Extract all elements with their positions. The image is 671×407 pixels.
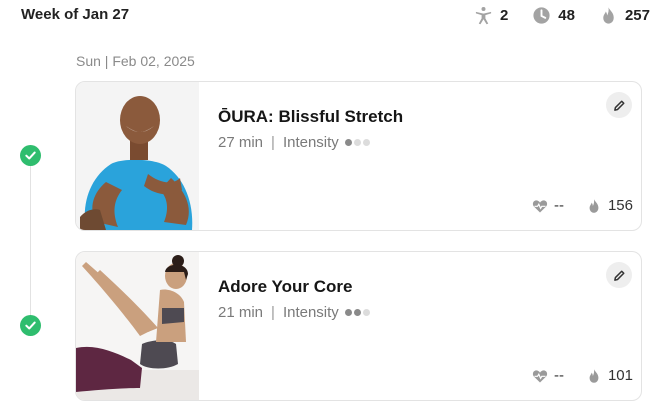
workout-intensity-label: Intensity	[282, 304, 339, 321]
stat-minutes: 48	[532, 6, 575, 25]
heart-rate-icon	[532, 369, 548, 382]
edit-workout-button[interactable]	[606, 262, 632, 288]
workout-meta: 27 min | Intensity	[218, 134, 372, 151]
workout-thumbnail	[76, 82, 199, 230]
intensity-dot	[362, 139, 370, 146]
workout-stats: -- 156	[510, 197, 633, 214]
heart-rate-value: --	[553, 197, 564, 214]
calories-stat: 156	[586, 197, 633, 214]
workout-duration: 21 min	[218, 304, 264, 321]
check-circle-icon	[20, 145, 41, 166]
workout-stats: -- 101	[510, 367, 633, 384]
intensity-dot	[344, 309, 352, 316]
flame-icon	[589, 368, 599, 383]
edit-workout-button[interactable]	[606, 92, 632, 118]
workout-card[interactable]: Adore Your Core 21 min | Intensity -- 10…	[75, 251, 642, 401]
pencil-icon	[613, 269, 625, 281]
stat-minutes-value: 48	[558, 7, 575, 24]
intensity-dot	[353, 139, 361, 146]
stat-calories-value: 257	[624, 7, 650, 24]
calories-stat: 101	[586, 367, 633, 384]
intensity-dots	[344, 309, 372, 316]
flame-icon	[589, 198, 599, 213]
meta-separator: |	[271, 304, 275, 321]
person-stretch-icon	[475, 7, 492, 25]
meta-separator: |	[271, 134, 275, 151]
intensity-dot	[344, 139, 352, 146]
workout-card[interactable]: ŌURA: Blissful Stretch 27 min | Intensit…	[75, 81, 642, 231]
pencil-icon	[613, 99, 625, 111]
week-stats: 2 48 257	[450, 6, 650, 25]
check-circle-icon	[20, 315, 41, 336]
flame-icon	[603, 7, 614, 24]
stat-workouts: 2	[474, 6, 508, 25]
calories-value: 101	[607, 367, 633, 384]
day-date-label: Sun | Feb 02, 2025	[76, 53, 195, 69]
workout-thumbnail	[76, 252, 199, 400]
heart-rate-value: --	[553, 367, 564, 384]
intensity-dot	[362, 309, 370, 316]
clock-icon	[533, 7, 550, 24]
workout-meta: 21 min | Intensity	[218, 304, 372, 321]
calories-value: 156	[607, 197, 633, 214]
workout-duration: 27 min	[218, 134, 264, 151]
workout-intensity-label: Intensity	[282, 134, 339, 151]
week-title: Week of Jan 27	[21, 6, 130, 23]
heart-rate-stat: --	[532, 367, 564, 384]
stat-calories: 257	[599, 6, 650, 25]
intensity-dot	[353, 309, 361, 316]
workout-title[interactable]: ŌURA: Blissful Stretch	[218, 107, 403, 127]
week-header: Week of Jan 27 2 48 257	[0, 0, 671, 34]
heart-rate-stat: --	[532, 197, 564, 214]
stat-workouts-value: 2	[499, 7, 509, 24]
heart-rate-icon	[532, 199, 548, 212]
intensity-dots	[344, 139, 372, 146]
timeline-connector	[30, 150, 31, 328]
workout-title[interactable]: Adore Your Core	[218, 277, 352, 297]
